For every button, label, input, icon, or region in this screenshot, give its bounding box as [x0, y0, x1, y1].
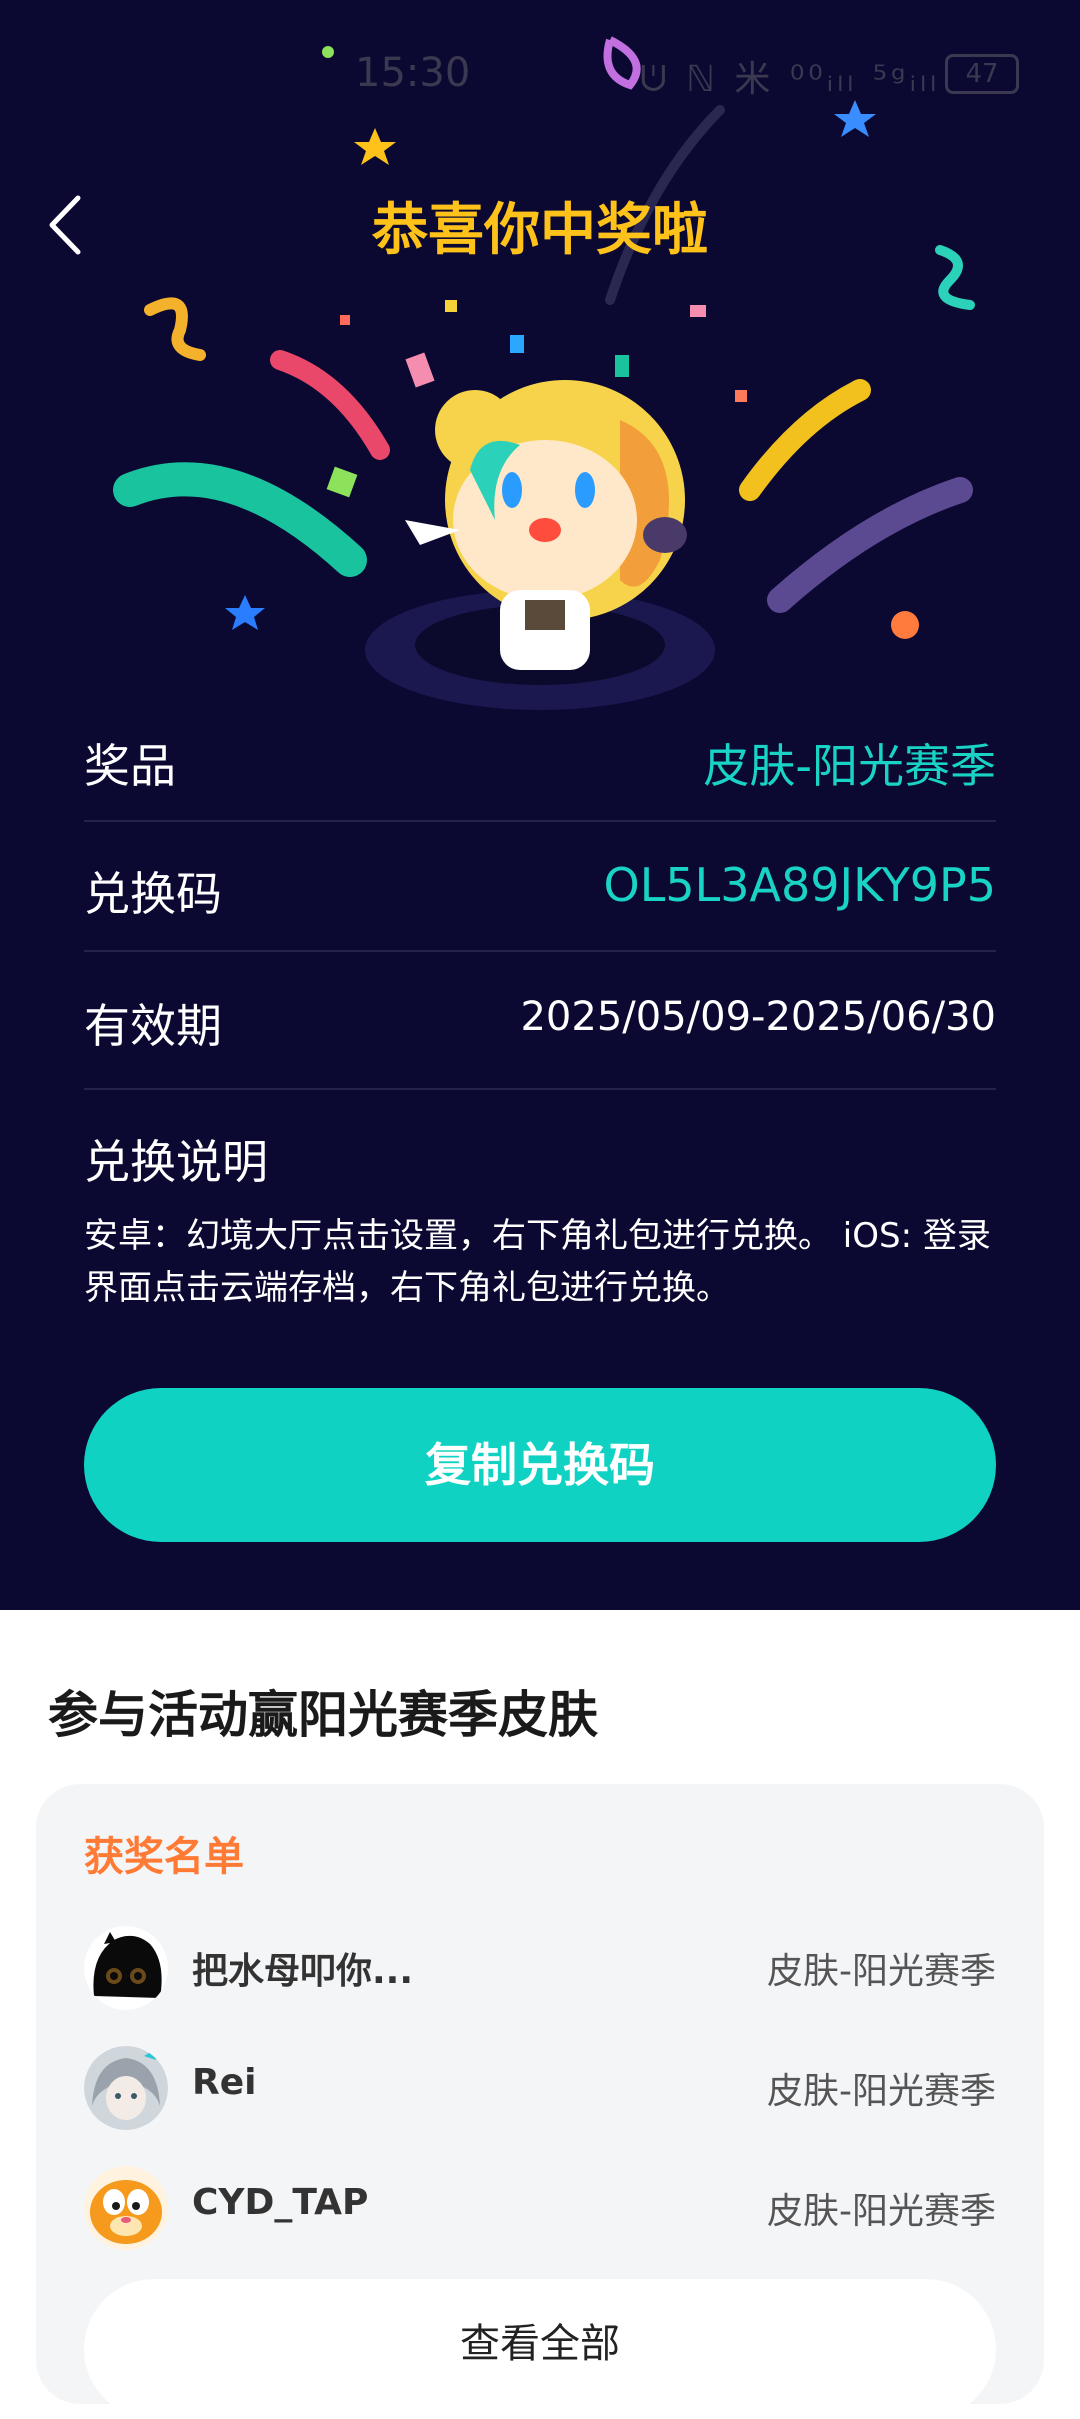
- winner-name: 把水母叩你...: [192, 1951, 414, 1992]
- code-value: OL5L3A89JKY9P5: [603, 858, 996, 912]
- divider: [84, 950, 996, 952]
- instructions-text: 安卓：幻境大厅点击设置，右下角礼包进行兑换。 iOS: 登录界面点击云端存档，右…: [84, 1216, 991, 1308]
- prize-label: 奖品: [84, 739, 176, 793]
- winner-row: 把水母叩你... 皮肤-阳光赛季: [84, 1926, 996, 2010]
- winner-prize: 皮肤-阳光赛季: [767, 1951, 996, 1992]
- prize-panel: 15:30 ᕫ ℕ 米 ⁰⁰ᵢₗₗ ⁵ᵍᵢₗₗ 47 恭喜你中奖啦 奖品 皮肤-…: [0, 0, 1080, 1610]
- activity-title: 参与活动赢阳光赛季皮肤: [48, 1686, 598, 1744]
- winner-prize: 皮肤-阳光赛季: [767, 2071, 996, 2112]
- winner-prize: 皮肤-阳光赛季: [767, 2191, 996, 2232]
- validity-value: 2025/05/09-2025/06/30: [520, 994, 996, 1040]
- page-title: 恭喜你中奖啦: [372, 198, 708, 263]
- winners-card: 获奖名单 把水母叩你... 皮肤-阳光赛季 Rei 皮肤-阳光赛季 CYD_TA…: [36, 1784, 1044, 2419]
- winners-title: 获奖名单: [84, 1834, 244, 1880]
- garfield-avatar: [84, 2166, 168, 2250]
- winner-row: CYD_TAP 皮肤-阳光赛季: [84, 2166, 996, 2250]
- instructions-title: 兑换说明: [84, 1135, 268, 1189]
- validity-label: 有效期: [84, 999, 222, 1053]
- anime-girl-avatar: [84, 2046, 168, 2130]
- celebration-illustration: [113, 36, 975, 710]
- winner-name: Rei: [192, 2062, 257, 2103]
- code-label: 兑换码: [84, 867, 222, 921]
- divider: [84, 820, 996, 822]
- winner-row: Rei 皮肤-阳光赛季: [84, 2046, 996, 2130]
- copy-code-button[interactable]: 复制兑换码: [84, 1388, 996, 1542]
- view-all-button[interactable]: 查看全部: [84, 2279, 996, 2419]
- winner-name: CYD_TAP: [192, 2182, 369, 2223]
- dark-creature-avatar: [84, 1926, 168, 2010]
- prize-value: 皮肤-阳光赛季: [703, 739, 996, 793]
- divider: [84, 1088, 996, 1090]
